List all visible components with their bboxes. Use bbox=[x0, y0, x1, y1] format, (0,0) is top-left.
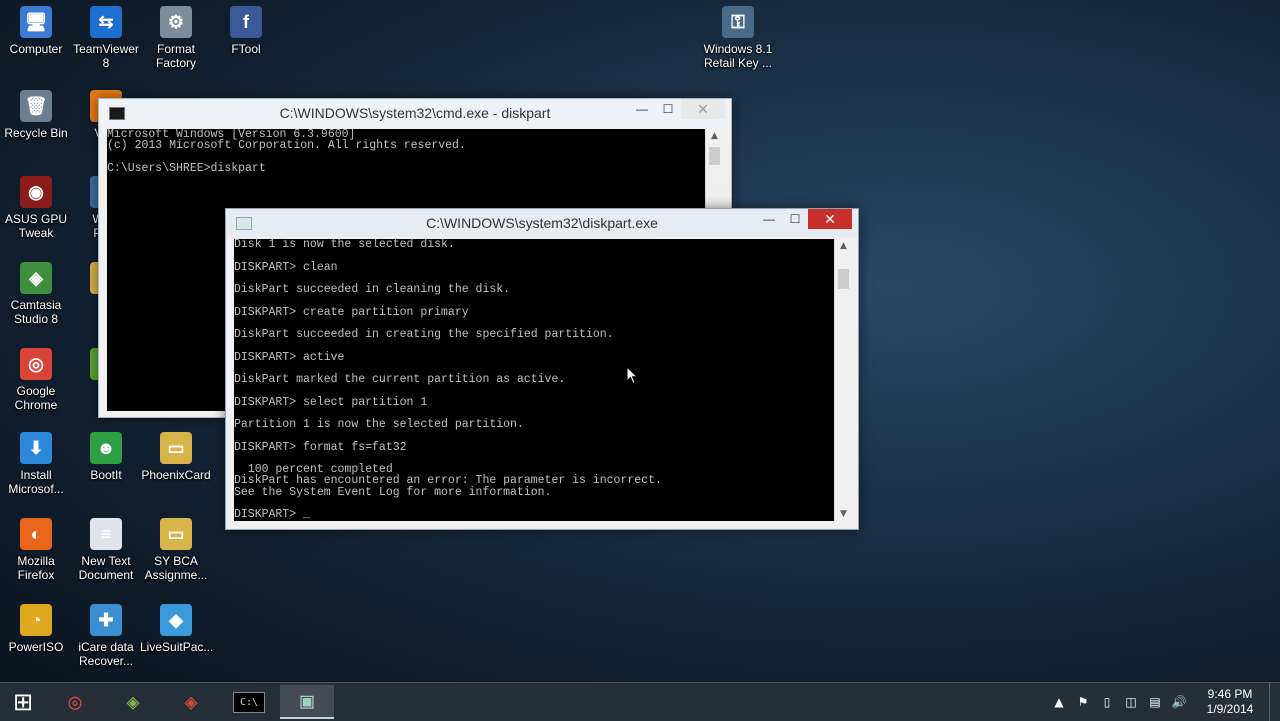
system-tray: ▲ ⚑ ▯ ◫ ▤ 🔊 9:46 PM 1/9/2014 bbox=[1047, 683, 1280, 721]
desktop-app-icon: 🗑 bbox=[20, 90, 52, 122]
desktop-app-icon: ▭ bbox=[160, 432, 192, 464]
desktop-app-icon: ◐ bbox=[20, 518, 52, 550]
desktop-app-icon: ≡ bbox=[90, 518, 122, 550]
desktop-icon-label: Google Chrome bbox=[14, 384, 58, 412]
volume-icon[interactable]: 🔊 bbox=[1169, 692, 1189, 712]
desktop-icon-label: iCare data Recover... bbox=[78, 640, 134, 668]
desktop-icon[interactable]: ◎ Google Chrome bbox=[0, 348, 72, 412]
desktop-icon-label: Computer bbox=[9, 42, 63, 56]
desktop-icon[interactable]: 🖥 Computer bbox=[0, 6, 72, 56]
show-hidden-icons-icon[interactable]: ▲ bbox=[1049, 692, 1069, 712]
desktop-icon[interactable]: f FTool bbox=[210, 6, 282, 56]
clock-time: 9:46 PM bbox=[1207, 687, 1253, 701]
windows-logo-icon: ⊞ bbox=[12, 688, 34, 716]
desktop-icon[interactable]: ☻ BootIt bbox=[70, 432, 142, 482]
desktop-icon-label: LiveSuitPac... bbox=[140, 640, 214, 654]
desktop-icon-label: Install Microsof... bbox=[8, 468, 64, 496]
cmd-close-button[interactable]: ✕ bbox=[681, 99, 725, 119]
diskpart-window-title: C:\WINDOWS\system32\diskpart.exe bbox=[426, 215, 658, 231]
diskpart-window[interactable]: C:\WINDOWS\system32\diskpart.exe — ☐ ✕ D… bbox=[225, 208, 859, 530]
desktop-icon-label: PhoenixCard bbox=[141, 468, 211, 482]
desktop-icon[interactable]: ◉ ASUS GPU Tweak bbox=[0, 176, 72, 240]
desktop-icon[interactable]: ✚ iCare data Recover... bbox=[70, 604, 142, 668]
desktop-icon-label: ASUS GPU Tweak bbox=[4, 212, 67, 240]
desktop-icon[interactable]: ▭ SY BCA Assignme... bbox=[140, 518, 212, 582]
desktop-app-icon: ⬇ bbox=[20, 432, 52, 464]
mouse-pointer-icon bbox=[626, 366, 638, 385]
cmd-app-icon bbox=[109, 107, 125, 120]
scroll-up-arrow-icon[interactable]: ▲ bbox=[706, 131, 723, 141]
desktop-icon[interactable]: ≡ New Text Document bbox=[70, 518, 142, 582]
desktop-app-icon: ◎ bbox=[20, 348, 52, 380]
diskpart-app-icon bbox=[236, 217, 252, 230]
desktop-app-icon: ☻ bbox=[90, 432, 122, 464]
start-button[interactable]: ⊞ bbox=[0, 685, 46, 719]
keyboard-icon[interactable]: ▤ bbox=[1145, 692, 1165, 712]
cmd-titlebar[interactable]: C:\WINDOWS\system32\cmd.exe - diskpart —… bbox=[99, 99, 731, 127]
taskbar-button-camtasia[interactable]: ◈ bbox=[106, 685, 160, 719]
desktop-app-icon: ✚ bbox=[90, 604, 122, 636]
desktop-icon-label: BootIt bbox=[90, 468, 122, 482]
cmd-scroll-thumb[interactable] bbox=[709, 147, 720, 165]
desktop-icon[interactable]: ⚿ Windows 8.1 Retail Key ... bbox=[702, 6, 774, 70]
desktop-icon[interactable]: ◈ Camtasia Studio 8 bbox=[0, 262, 72, 326]
desktop-icon-label: FTool bbox=[231, 42, 261, 56]
desktop-icon[interactable]: ◆ LiveSuitPac... bbox=[140, 604, 214, 654]
desktop-icon-label: Camtasia Studio 8 bbox=[10, 298, 62, 326]
diskpart-console-output[interactable]: Disk 1 is now the selected disk. DISKPAR… bbox=[234, 239, 834, 521]
diskpart-scroll-thumb[interactable] bbox=[838, 269, 849, 289]
cmd-maximize-button[interactable]: ☐ bbox=[655, 99, 681, 119]
desktop-app-icon: ▭ bbox=[160, 518, 192, 550]
desktop-icon-label: Recycle Bin bbox=[4, 126, 68, 140]
taskbar-button-chrome[interactable]: ◎ bbox=[48, 685, 102, 719]
diskpart-close-button[interactable]: ✕ bbox=[808, 209, 852, 229]
desktop-app-icon: ◔ bbox=[20, 604, 52, 636]
network-icon[interactable]: ◫ bbox=[1121, 692, 1141, 712]
desktop-icon-label: Format Factory bbox=[155, 42, 196, 70]
diskpart-titlebar[interactable]: C:\WINDOWS\system32\diskpart.exe — ☐ ✕ bbox=[226, 209, 858, 237]
desktop-app-icon: ⇆ bbox=[90, 6, 122, 38]
desktop-icon-label: New Text Document bbox=[78, 554, 134, 582]
desktop-icon-label: Mozilla Firefox bbox=[17, 554, 55, 582]
cmd-minimize-button[interactable]: — bbox=[629, 99, 655, 119]
taskbar-button-diskpart[interactable]: ▣ bbox=[280, 685, 334, 719]
taskbar-button-cmd[interactable]: C:\ bbox=[222, 685, 276, 719]
desktop-icon[interactable]: ▭ PhoenixCard bbox=[140, 432, 212, 482]
desktop-app-icon: ◈ bbox=[20, 262, 52, 294]
desktop-app-icon: ◉ bbox=[20, 176, 52, 208]
taskbar: ⊞ ◎ ◈ ◈ C:\ ▣ ▲ ⚑ ▯ ◫ ▤ 🔊 9:46 PM 1/9/2014 bbox=[0, 682, 1280, 721]
cmd-window-title: C:\WINDOWS\system32\cmd.exe - diskpart bbox=[279, 105, 551, 121]
desktop-icon-label: PowerISO bbox=[8, 640, 64, 654]
desktop-app-icon: ◆ bbox=[160, 604, 192, 636]
desktop-app-icon: f bbox=[230, 6, 262, 38]
desktop-app-icon: 🖥 bbox=[20, 6, 52, 38]
desktop-icon-label: SY BCA Assignme... bbox=[144, 554, 208, 582]
taskbar-button-camtasia-recorder[interactable]: ◈ bbox=[164, 685, 218, 719]
camtasia-icon: ◈ bbox=[126, 689, 140, 715]
clock-date: 1/9/2014 bbox=[1206, 702, 1254, 716]
desktop-icon[interactable]: ⚙ Format Factory bbox=[140, 6, 212, 70]
desktop-icon[interactable]: ◔ PowerISO bbox=[0, 604, 72, 654]
desktop-icon[interactable]: ⬇ Install Microsof... bbox=[0, 432, 72, 496]
diskpart-minimize-button[interactable]: — bbox=[756, 209, 782, 229]
diskpart-icon: ▣ bbox=[300, 688, 314, 714]
camtasia-recorder-icon: ◈ bbox=[184, 689, 198, 715]
desktop-icon[interactable]: ◐ Mozilla Firefox bbox=[0, 518, 72, 582]
taskbar-clock[interactable]: 9:46 PM 1/9/2014 bbox=[1197, 687, 1263, 717]
desktop-app-icon: ⚙ bbox=[160, 6, 192, 38]
battery-icon[interactable]: ▯ bbox=[1097, 692, 1117, 712]
diskpart-scrollbar[interactable]: ▲ ▼ bbox=[834, 239, 852, 521]
desktop-app-icon: ⚿ bbox=[722, 6, 754, 38]
desktop-icon-label: Windows 8.1 Retail Key ... bbox=[703, 42, 773, 70]
chrome-icon: ◎ bbox=[68, 689, 82, 715]
diskpart-maximize-button[interactable]: ☐ bbox=[782, 209, 808, 229]
show-desktop-button[interactable] bbox=[1269, 683, 1280, 721]
desktop-icon[interactable]: ⇆ TeamViewer 8 bbox=[70, 6, 142, 70]
scroll-down-arrow-icon[interactable]: ▼ bbox=[835, 509, 852, 519]
desktop-icon[interactable]: 🗑 Recycle Bin bbox=[0, 90, 72, 140]
desktop-icon-label: TeamViewer 8 bbox=[73, 42, 139, 70]
scroll-up-arrow-icon[interactable]: ▲ bbox=[835, 241, 852, 251]
flag-icon[interactable]: ⚑ bbox=[1073, 692, 1093, 712]
cmd-icon: C:\ bbox=[232, 691, 266, 713]
